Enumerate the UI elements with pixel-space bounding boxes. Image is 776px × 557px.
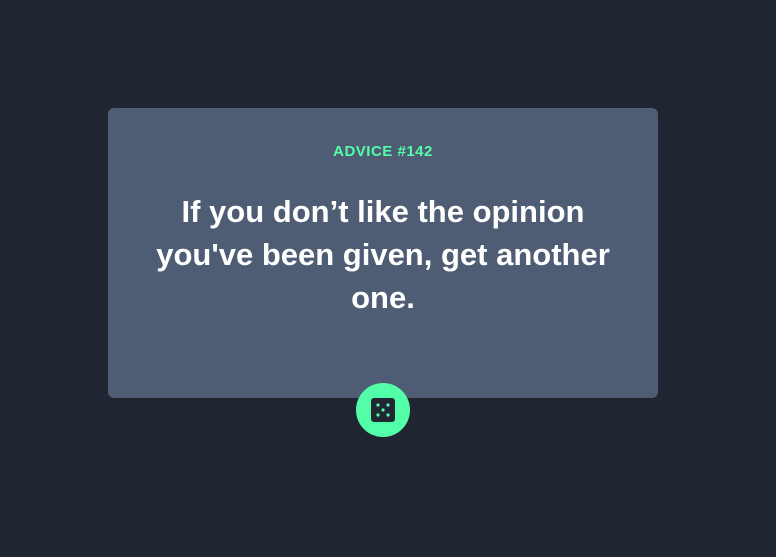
advice-id-label: ADVICE #142 <box>333 143 433 160</box>
dice-icon <box>371 398 395 422</box>
new-advice-button[interactable] <box>356 383 410 437</box>
page: ADVICE #142 If you don’t like the opinio… <box>0 0 776 557</box>
advice-card: ADVICE #142 If you don’t like the opinio… <box>108 108 658 398</box>
advice-quote: If you don’t like the opinion you've bee… <box>156 194 610 315</box>
